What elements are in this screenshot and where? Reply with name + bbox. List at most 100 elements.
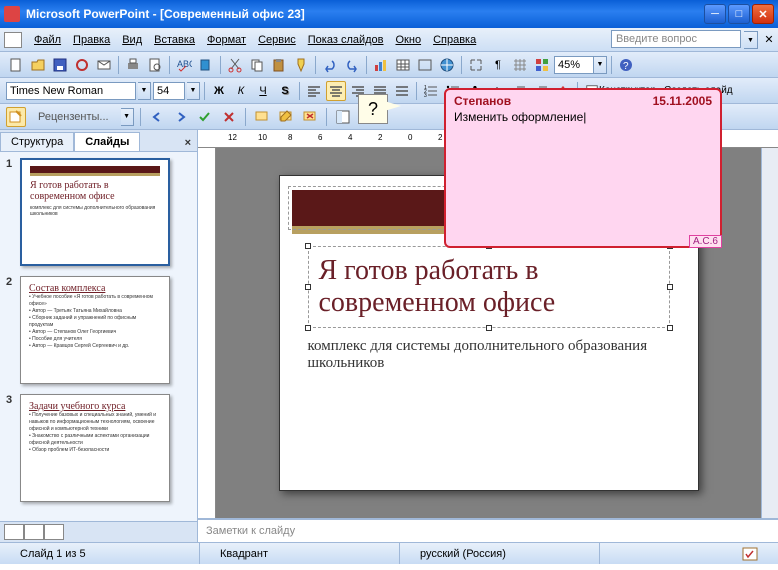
status-slide: Слайд 1 из 5 (0, 543, 200, 564)
edit-comment-icon[interactable] (276, 107, 296, 127)
thumbnail[interactable]: Задачи учебного курса Получение базовых … (20, 394, 170, 502)
status-spell-icon[interactable] (722, 543, 778, 564)
distributed-icon[interactable] (392, 81, 412, 101)
cut-icon[interactable] (225, 55, 245, 75)
menu-slideshow[interactable]: Показ слайдов (302, 31, 390, 49)
table-icon[interactable] (393, 55, 413, 75)
font-select[interactable] (6, 82, 136, 100)
menu-format[interactable]: Формат (201, 31, 252, 49)
help-search: ▼ (611, 30, 758, 50)
size-dropdown-icon[interactable]: ▼ (187, 82, 200, 100)
chart-icon[interactable] (371, 55, 391, 75)
title-bar: Microsoft PowerPoint - [Современный офис… (0, 0, 778, 28)
open-icon[interactable] (28, 55, 48, 75)
zoom-dropdown-icon[interactable]: ▼ (594, 56, 607, 74)
comment-popup[interactable]: Степанов 15.11.2005 Изменить оформление … (444, 88, 722, 248)
panel-close-icon[interactable]: × (179, 135, 197, 151)
status-language[interactable]: русский (Россия) (400, 543, 600, 564)
thumb-bullets: Учебное пособие «Я готов работать в совр… (29, 294, 161, 350)
tab-slides[interactable]: Слайды (74, 132, 140, 151)
expand-icon[interactable] (466, 55, 486, 75)
show-formatting-icon[interactable]: ¶ (488, 55, 508, 75)
thumbnail-row[interactable]: 2 Состав комплекса Учебное пособие «Я го… (6, 276, 191, 384)
grid-icon[interactable] (510, 55, 530, 75)
thumbnail-row[interactable]: 3 Задачи учебного курса Получение базовы… (6, 394, 191, 502)
thumbnail-row[interactable]: 1 Я готов работать в современном офисе к… (6, 158, 191, 266)
tab-outline[interactable]: Структура (0, 132, 74, 151)
help-input[interactable] (611, 30, 741, 48)
preview-icon[interactable] (145, 55, 165, 75)
align-center-icon[interactable] (326, 81, 346, 101)
thumbnail[interactable]: Я готов работать в современном офисе ком… (20, 158, 170, 266)
sorter-view-icon[interactable] (24, 524, 44, 540)
minimize-button[interactable]: ─ (704, 4, 726, 24)
spell-icon[interactable]: ABC (174, 55, 194, 75)
next-change-icon[interactable] (171, 107, 191, 127)
accept-icon[interactable] (195, 107, 215, 127)
thumbnail[interactable]: Состав комплекса Учебное пособие «Я гото… (20, 276, 170, 384)
paste-icon[interactable] (269, 55, 289, 75)
help-icon[interactable]: ? (616, 55, 636, 75)
insert-comment-icon[interactable] (252, 107, 272, 127)
control-menu-icon[interactable] (4, 32, 22, 48)
vertical-scrollbar[interactable] (761, 148, 778, 518)
font-dropdown-icon[interactable]: ▼ (138, 82, 151, 100)
zoom-input[interactable] (554, 56, 594, 74)
thumbnails-list[interactable]: 1 Я готов работать в современном офисе к… (0, 152, 197, 521)
shadow-icon[interactable]: S (275, 81, 295, 101)
email-icon[interactable] (94, 55, 114, 75)
copy-icon[interactable] (247, 55, 267, 75)
app-icon (4, 6, 20, 22)
menu-file[interactable]: Файл (28, 31, 67, 49)
vertical-ruler[interactable] (198, 148, 216, 518)
slideshow-view-icon[interactable] (44, 524, 64, 540)
notes-pane[interactable]: Заметки к слайду (198, 518, 778, 542)
numbering-icon[interactable]: 123 (421, 81, 441, 101)
comment-date: 15.11.2005 (653, 94, 712, 108)
revisions-pane-icon[interactable] (333, 107, 353, 127)
menu-view[interactable]: Вид (116, 31, 148, 49)
status-bar: Слайд 1 из 5 Квадрант русский (Россия) (0, 542, 778, 564)
help-dropdown-icon[interactable]: ▼ (744, 31, 758, 49)
help-callout: ? (358, 94, 388, 124)
research-icon[interactable] (196, 55, 216, 75)
comment-tag[interactable]: А.С.6 (689, 235, 722, 248)
undo-icon[interactable] (320, 55, 340, 75)
svg-text:?: ? (623, 61, 629, 72)
new-icon[interactable] (6, 55, 26, 75)
menu-bar: Файл Правка Вид Вставка Формат Сервис По… (0, 28, 778, 52)
svg-text:3: 3 (424, 93, 427, 99)
align-left-icon[interactable] (304, 81, 324, 101)
permission-icon[interactable] (72, 55, 92, 75)
menu-tools[interactable]: Сервис (252, 31, 302, 49)
reject-icon[interactable] (219, 107, 239, 127)
menu-window[interactable]: Окно (390, 31, 428, 49)
underline-icon[interactable]: Ч (253, 81, 273, 101)
save-icon[interactable] (50, 55, 70, 75)
format-painter-icon[interactable] (291, 55, 311, 75)
prev-change-icon[interactable] (147, 107, 167, 127)
redo-icon[interactable] (342, 55, 362, 75)
bold-icon[interactable]: Ж (209, 81, 229, 101)
italic-icon[interactable]: К (231, 81, 251, 101)
delete-comment-icon[interactable] (300, 107, 320, 127)
close-button[interactable]: ✕ (752, 4, 774, 24)
show-markup-icon[interactable] (6, 107, 26, 127)
normal-view-icon[interactable] (4, 524, 24, 540)
mdi-close-icon[interactable]: ✕ (758, 33, 774, 46)
menu-insert[interactable]: Вставка (148, 31, 201, 49)
reviewers-label[interactable]: Рецензенты... (30, 109, 117, 125)
hyperlink-icon[interactable] (437, 55, 457, 75)
color-icon[interactable] (532, 55, 552, 75)
menu-edit[interactable]: Правка (67, 31, 116, 49)
comment-text[interactable]: Изменить оформление (454, 110, 712, 124)
slide-subtitle[interactable]: комплекс для системы дополнительного обр… (308, 338, 670, 372)
font-size-select[interactable] (153, 82, 185, 100)
print-icon[interactable] (123, 55, 143, 75)
maximize-button[interactable]: □ (728, 4, 750, 24)
slide-title[interactable]: Я готов работать в современном офисе (319, 255, 659, 319)
tables-borders-icon[interactable] (415, 55, 435, 75)
slide-title-box[interactable]: Я готов работать в современном офисе (308, 246, 670, 328)
menu-help[interactable]: Справка (427, 31, 482, 49)
reviewers-dropdown-icon[interactable]: ▼ (121, 108, 134, 126)
